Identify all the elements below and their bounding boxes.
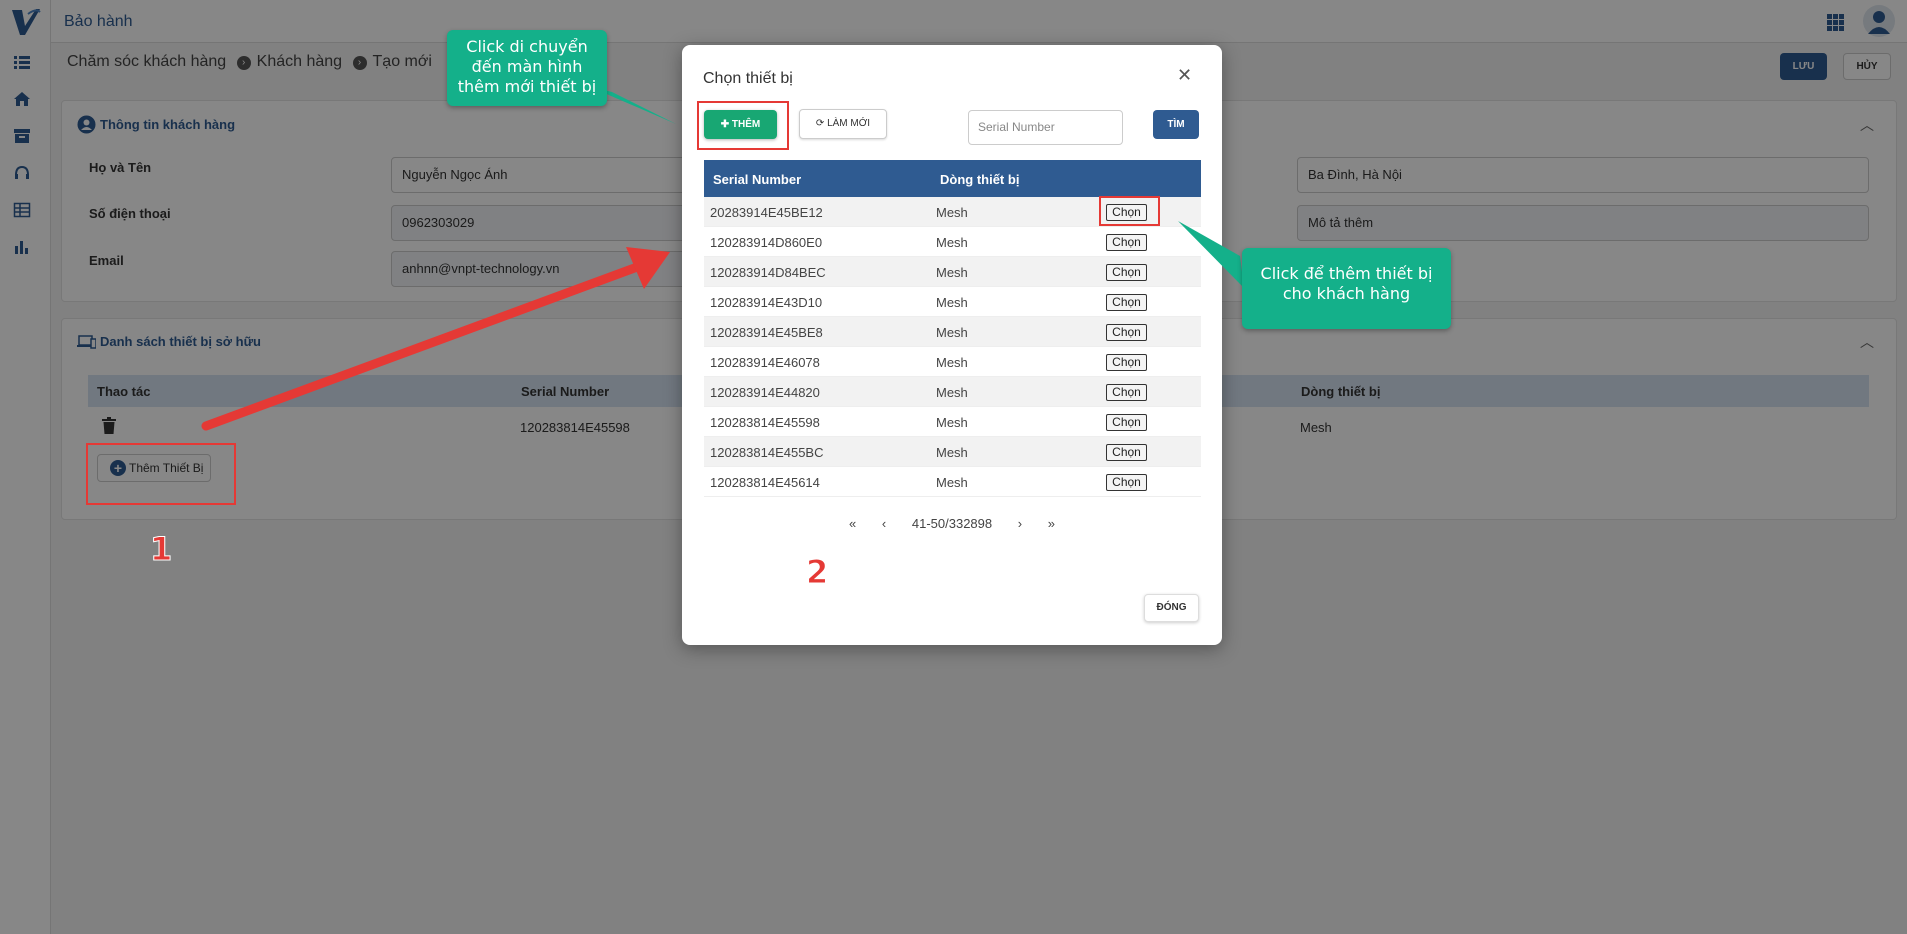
table-row: 120283814E45614 Mesh Chọn xyxy=(704,467,1201,497)
highlight-add-new xyxy=(697,101,789,150)
table-row: 120283814E45598 Mesh Chọn xyxy=(704,407,1201,437)
row-line: Mesh xyxy=(936,445,968,460)
close-icon[interactable]: ✕ xyxy=(1177,65,1192,86)
page-range: 41-50/332898 xyxy=(911,516,993,531)
pick-button[interactable]: Chọn xyxy=(1106,264,1147,281)
row-serial: 120283914E45BE8 xyxy=(710,325,823,340)
table-row: 120283914E46078 Mesh Chọn xyxy=(704,347,1201,377)
refresh-icon: ⟳ xyxy=(815,118,828,129)
table-row: 120283914E43D10 Mesh Chọn xyxy=(704,287,1201,317)
row-serial: 120283914D860E0 xyxy=(710,235,823,250)
row-line: Mesh xyxy=(936,265,968,280)
row-serial: 120283914E43D10 xyxy=(710,295,823,310)
row-serial: 120283814E455BC xyxy=(710,445,824,460)
row-line: Mesh xyxy=(936,475,968,490)
highlight-add-device xyxy=(86,443,236,505)
last-page-button[interactable]: » xyxy=(1048,516,1055,531)
refresh-button[interactable]: ⟳ LÀM MỚI xyxy=(799,109,887,139)
modal-title: Chọn thiết bị xyxy=(703,70,793,87)
row-line: Mesh xyxy=(936,325,968,340)
row-line: Mesh xyxy=(936,415,968,430)
pick-button[interactable]: Chọn xyxy=(1106,444,1147,461)
table-row: 120283914D84BEC Mesh Chọn xyxy=(704,257,1201,287)
callout-add-new: Click di chuyển đến màn hình thêm mới th… xyxy=(447,30,607,106)
step-number-1: 1 xyxy=(149,530,173,569)
row-line: Mesh xyxy=(936,205,968,220)
row-line: Mesh xyxy=(936,235,968,250)
row-line: Mesh xyxy=(936,295,968,310)
pagination: « ‹ 41-50/332898 › » xyxy=(682,516,1222,531)
step-number-2: 2 xyxy=(805,553,829,592)
close-button[interactable]: ĐÓNG xyxy=(1144,594,1199,622)
column-line: Dòng thiết bị xyxy=(940,172,1020,187)
pick-button[interactable]: Chọn xyxy=(1106,294,1147,311)
highlight-pick xyxy=(1099,196,1160,226)
pick-button[interactable]: Chọn xyxy=(1106,354,1147,371)
row-serial: 120283814E45598 xyxy=(710,415,820,430)
first-page-button[interactable]: « xyxy=(849,516,856,531)
row-serial: 120283914E46078 xyxy=(710,355,820,370)
pick-button[interactable]: Chọn xyxy=(1106,474,1147,491)
table-row: 120283914D860E0 Mesh Chọn xyxy=(704,227,1201,257)
modal-table-header: Serial Number Dòng thiết bị xyxy=(704,160,1201,197)
pick-button[interactable]: Chọn xyxy=(1106,324,1147,341)
row-serial: 120283914D84BEC xyxy=(710,265,826,280)
callout-pick: Click để thêm thiết bị cho khách hàng xyxy=(1242,248,1451,329)
column-serial: Serial Number xyxy=(713,172,802,187)
row-serial: 120283914E44820 xyxy=(710,385,820,400)
search-button[interactable]: TÌM xyxy=(1153,110,1199,139)
table-row: 120283914E44820 Mesh Chọn xyxy=(704,377,1201,407)
pick-button[interactable]: Chọn xyxy=(1106,414,1147,431)
table-row: 120283814E455BC Mesh Chọn xyxy=(704,437,1201,467)
prev-page-button[interactable]: ‹ xyxy=(882,516,886,531)
row-line: Mesh xyxy=(936,355,968,370)
row-line: Mesh xyxy=(936,385,968,400)
row-serial: 20283914E45BE12 xyxy=(710,205,823,220)
next-page-button[interactable]: › xyxy=(1018,516,1022,531)
table-row: 120283914E45BE8 Mesh Chọn xyxy=(704,317,1201,347)
serial-search-input[interactable]: Serial Number xyxy=(968,110,1123,145)
refresh-label: LÀM MỚI xyxy=(827,118,871,129)
row-serial: 120283814E45614 xyxy=(710,475,820,490)
pick-button[interactable]: Chọn xyxy=(1106,384,1147,401)
pick-button[interactable]: Chọn xyxy=(1106,234,1147,251)
